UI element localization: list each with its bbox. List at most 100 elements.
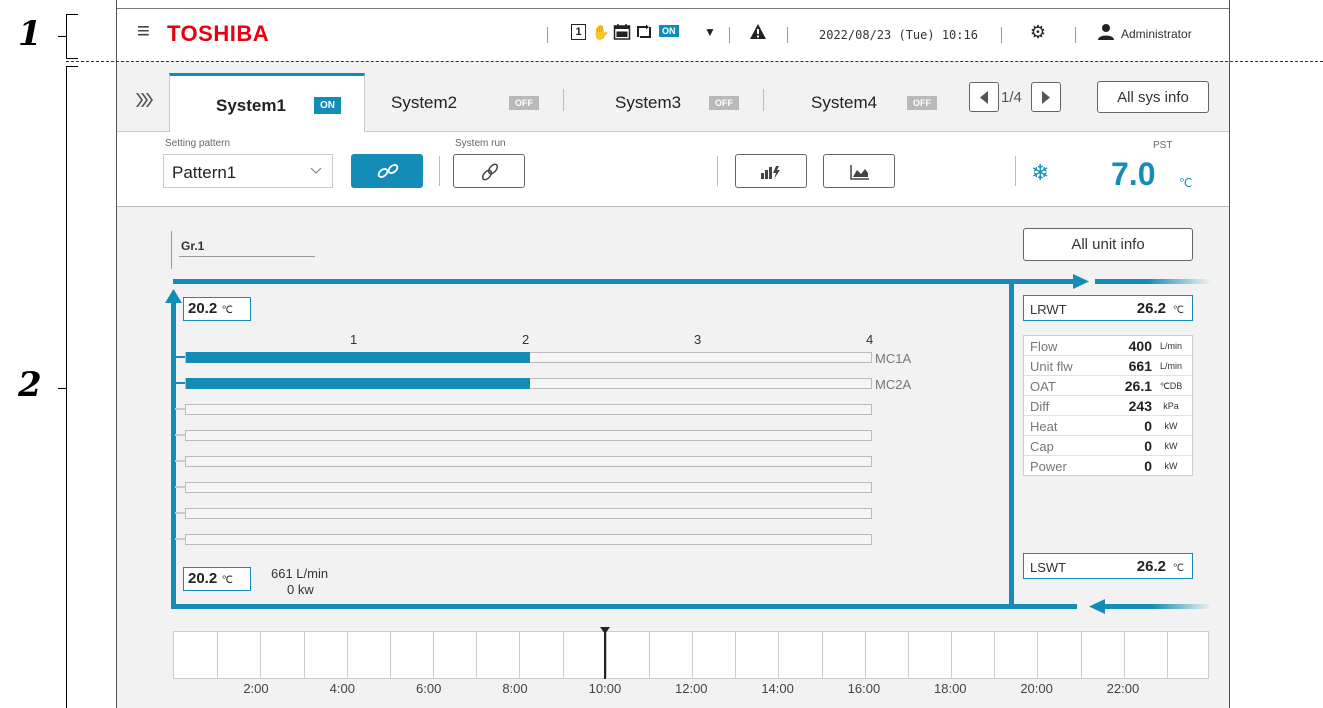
timeline-label: 12:00 xyxy=(675,681,708,696)
arrow-left-icon xyxy=(1089,599,1105,614)
data-row-heat: Heat 0 kW xyxy=(1024,416,1192,436)
timeline-gridline xyxy=(519,632,521,678)
group-flow-total: 661 L/min xyxy=(271,566,329,581)
bar-chart-bolt-icon xyxy=(761,166,780,179)
group-underline xyxy=(179,256,315,257)
timeline-label: 2:00 xyxy=(243,681,269,696)
callout-2: 2 xyxy=(18,365,42,405)
link-icon xyxy=(377,164,399,178)
callout-2-brace-mid xyxy=(58,388,66,389)
lrwt-label: LRWT xyxy=(1030,302,1067,317)
unit-bar-track[interactable] xyxy=(185,534,872,545)
tab-system4[interactable]: System4 OFF xyxy=(787,73,967,131)
trend-chart-button[interactable] xyxy=(823,154,895,188)
header-divider xyxy=(1075,27,1076,43)
warning-icon[interactable] xyxy=(749,23,767,41)
main-panel: Gr.1 All unit info 20.2 ℃ 20.2 ℃ 661 L/m… xyxy=(117,207,1229,708)
unit-bar-track[interactable] xyxy=(185,404,872,415)
group-title: Gr.1 xyxy=(181,239,205,253)
group-power-total: 0 kw xyxy=(287,582,314,597)
data-row-flow: Flow 400 L/min xyxy=(1024,336,1192,356)
user-icon[interactable] xyxy=(1097,23,1115,41)
schedule-1-icon: 1 xyxy=(571,24,586,40)
current-time-marker xyxy=(603,633,606,679)
system-tabs: System1 ON System2 OFF System3 OFF Syste… xyxy=(117,61,1229,132)
timeline-gridline xyxy=(648,632,650,678)
unit-bar-track[interactable] xyxy=(185,378,872,389)
system-run-label: System run xyxy=(455,138,506,149)
tab-system1[interactable]: System1 ON xyxy=(169,73,365,132)
unit-bar-track[interactable] xyxy=(185,482,872,493)
toolbar-divider xyxy=(717,156,718,186)
toolbar-divider xyxy=(1015,156,1016,186)
bar-connector xyxy=(175,434,185,436)
system-run-button[interactable] xyxy=(453,154,525,188)
callout-1-brace-mid xyxy=(58,36,66,37)
header-user[interactable]: Administrator xyxy=(1121,27,1192,41)
gear-icon[interactable]: ⚙ xyxy=(1029,23,1047,41)
lrwt-box: LRWT 26.2 ℃ xyxy=(1023,295,1193,321)
timeline-chart[interactable] xyxy=(173,631,1209,679)
timeline-label: 10:00 xyxy=(588,681,622,696)
timeline-gridline xyxy=(605,632,607,678)
unit-bar-fill xyxy=(186,378,530,389)
header-datetime: 2022/08/23 (Tue) 10:16 xyxy=(819,28,978,42)
timeline-gridline xyxy=(1166,632,1168,678)
next-page-button[interactable] xyxy=(1031,82,1061,112)
tab-system3[interactable]: System3 OFF xyxy=(587,73,767,131)
timeline-gridline xyxy=(994,632,996,678)
unit-bar-track[interactable] xyxy=(185,352,872,363)
group-marker xyxy=(171,231,172,269)
timeline-label: 20:00 xyxy=(1020,681,1053,696)
timeline-label: 16:00 xyxy=(847,681,881,696)
timeline-label: 4:00 xyxy=(329,681,355,696)
scale-label: 4 xyxy=(866,332,874,347)
unit-bar-track[interactable] xyxy=(185,508,872,519)
timeline-gridline xyxy=(260,632,262,678)
timeline-label: 22:00 xyxy=(1106,681,1140,696)
energy-chart-button[interactable] xyxy=(735,154,807,188)
setting-pattern-select[interactable]: Pattern1 xyxy=(163,154,333,188)
arrow-up-icon xyxy=(165,289,182,303)
outlet-temp-box: 20.2 ℃ xyxy=(183,567,251,591)
tab-label: System2 xyxy=(391,93,458,112)
timeline-gridline xyxy=(389,632,391,678)
unit-bar-track[interactable] xyxy=(185,430,872,441)
lrwt-value: 26.2 xyxy=(1136,300,1166,317)
menu-icon[interactable]: ≡ xyxy=(137,20,150,42)
collapse-icon[interactable] xyxy=(135,93,153,112)
pst-value: 7.0 xyxy=(1111,156,1156,192)
unit-bar-fill xyxy=(186,352,530,363)
timeline-label: 14:00 xyxy=(761,681,794,696)
all-sys-info-button[interactable]: All sys info xyxy=(1097,81,1209,113)
timeline-gridline xyxy=(951,632,952,678)
tab-system2[interactable]: System2 OFF xyxy=(365,73,565,131)
prev-page-button[interactable] xyxy=(969,82,999,112)
setting-pattern-value: Pattern1 xyxy=(172,163,237,182)
scale-label: 1 xyxy=(350,332,358,347)
all-unit-info-button[interactable]: All unit info xyxy=(1023,228,1193,261)
bar-connector xyxy=(175,356,185,358)
unit-bar-track[interactable] xyxy=(185,456,872,467)
dropdown-icon[interactable]: ▼ xyxy=(701,23,719,41)
app-frame: ≡ TOSHIBA 1 ✋ ON ▼ 2022/08/23 (Tue) 10:1… xyxy=(116,0,1230,708)
snowflake-icon: ❄ xyxy=(1031,160,1050,185)
timeline-gridline xyxy=(1037,632,1039,678)
tab-label: System3 xyxy=(615,93,682,112)
current-time-pointer-icon xyxy=(599,627,610,634)
timeline-gridline xyxy=(864,632,866,678)
callout-2-brace xyxy=(66,66,67,708)
scale-label: 3 xyxy=(694,332,702,347)
supply-pipe-out xyxy=(1095,279,1211,284)
link-apply-button[interactable] xyxy=(351,154,423,188)
timeline-gridline xyxy=(821,632,823,678)
data-row-power: Power 0 kW xyxy=(1030,458,1178,474)
callout-1-brace xyxy=(66,14,67,58)
lswt-unit: ℃ xyxy=(1172,563,1184,574)
lswt-box: LSWT 26.2 ℃ xyxy=(1023,553,1193,579)
pst-label: PST xyxy=(1153,140,1173,151)
callout-1-brace-bottom xyxy=(66,58,78,59)
unit-bar-label: MC1A xyxy=(875,351,912,366)
status-badge: OFF xyxy=(907,96,937,110)
timeline-gridline xyxy=(562,632,564,678)
